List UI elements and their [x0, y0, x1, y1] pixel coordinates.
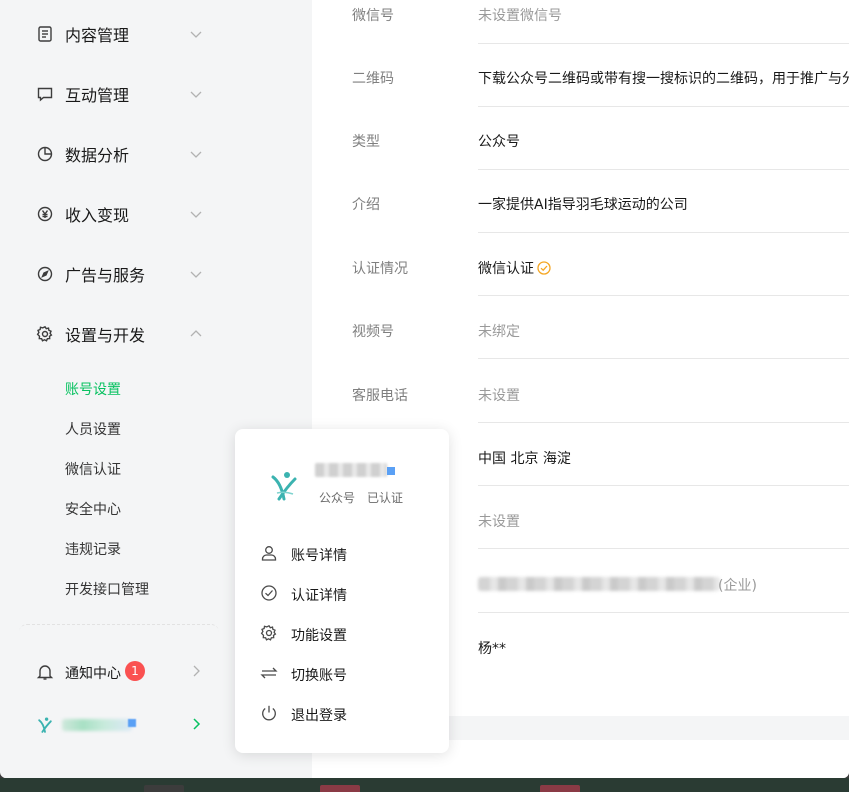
menu-label: 功能设置: [291, 628, 347, 644]
row-wechat-id: 微信号 未设置微信号: [312, 0, 849, 44]
field-label: 介绍: [352, 197, 380, 213]
row-type: 类型 公众号: [312, 107, 849, 170]
taskbar-button[interactable]: [320, 785, 360, 792]
notification-center[interactable]: 通知中心 1: [4, 652, 224, 692]
sub-item-security-center[interactable]: 安全中心: [65, 499, 121, 519]
chevron-down-icon: [189, 27, 203, 41]
gear-icon: [36, 325, 54, 343]
field-value: 未设置: [478, 514, 520, 530]
verified-icon: [537, 261, 551, 275]
menu-account-details[interactable]: 账号详情: [235, 533, 449, 573]
account-type: 公众号: [319, 491, 356, 505]
nav-label: 收入变现: [65, 206, 130, 225]
field-label: 类型: [352, 134, 380, 150]
field-value: 杨**: [478, 641, 506, 657]
nav-item-content[interactable]: 内容管理: [4, 14, 224, 54]
verification-status: 已认证: [367, 491, 404, 505]
field-value: 微信认证: [478, 261, 534, 277]
row-verification: 认证情况 微信认证: [312, 233, 849, 296]
notification-badge: 1: [125, 661, 145, 681]
nav-item-analytics[interactable]: 数据分析: [4, 134, 224, 174]
message-icon: [36, 85, 54, 103]
field-value: 公众号: [478, 134, 520, 150]
taskbar-button[interactable]: [144, 785, 184, 792]
account-name-redacted: [62, 719, 132, 731]
nav-label: 数据分析: [65, 146, 130, 165]
nav-label: 广告与服务: [65, 266, 146, 285]
account-switcher[interactable]: [4, 705, 224, 745]
sub-item-violation-records[interactable]: 违规记录: [65, 539, 121, 559]
row-intro: 介绍 一家提供AI指导羽毛球运动的公司: [312, 170, 849, 233]
gear-icon: [260, 624, 278, 642]
check-circle-icon: [260, 584, 278, 602]
field-label: 客服电话: [352, 388, 408, 404]
notification-label: 通知中心: [65, 666, 121, 682]
menu-label: 认证详情: [291, 588, 347, 604]
menu-label: 退出登录: [291, 708, 347, 724]
power-icon: [260, 704, 278, 722]
row-divider: [478, 548, 849, 549]
menu-verification-details[interactable]: 认证详情: [235, 573, 449, 613]
account-name-redacted-mark: [128, 719, 136, 727]
account-name-redacted: [315, 463, 387, 477]
chevron-down-icon: [189, 87, 203, 101]
nav-label: 互动管理: [65, 86, 130, 105]
field-label: 认证情况: [352, 261, 408, 277]
row-qrcode: 二维码 下载公众号二维码或带有搜一搜标识的二维码，用于推广与分享: [312, 44, 849, 107]
row-service-phone: 客服电话 未设置: [312, 360, 849, 423]
sub-item-dev-api[interactable]: 开发接口管理: [65, 579, 149, 599]
account-name-redacted-mark: [387, 467, 395, 475]
field-value: 中国 北京 海淀: [478, 451, 571, 467]
switch-icon: [260, 664, 278, 682]
field-value: 未绑定: [478, 324, 520, 340]
row-divider: [478, 358, 849, 359]
menu-logout[interactable]: 退出登录: [235, 693, 449, 733]
chevron-down-icon: [189, 207, 203, 221]
field-label: 微信号: [352, 8, 394, 24]
app-window: 内容管理 互动管理 数据分析 收入变现 广告与服务 设置与开发 账号设置 人员设…: [0, 0, 849, 778]
menu-switch-account[interactable]: 切换账号: [235, 653, 449, 693]
field-value: 一家提供AI指导羽毛球运动的公司: [478, 197, 688, 213]
sub-item-staff-settings[interactable]: 人员设置: [65, 419, 121, 439]
nav-item-interaction[interactable]: 互动管理: [4, 74, 224, 114]
field-label: 二维码: [352, 71, 394, 87]
account-logo: [267, 469, 301, 503]
menu-label: 切换账号: [291, 668, 347, 684]
document-icon: [36, 25, 54, 43]
account-popup-menu: 公众号 已认证 账号详情 认证详情 功能设置 切换账号 退出登录: [235, 429, 449, 753]
chevron-right-icon: [189, 664, 203, 678]
field-value: 未设置: [478, 388, 520, 404]
nav-label: 内容管理: [65, 26, 130, 45]
menu-feature-settings[interactable]: 功能设置: [235, 613, 449, 653]
chevron-up-icon: [189, 327, 203, 341]
menu-label: 账号详情: [291, 548, 347, 564]
field-label: 视频号: [352, 324, 394, 340]
nav-item-monetization[interactable]: 收入变现: [4, 194, 224, 234]
nav-item-settings-dev[interactable]: 设置与开发: [4, 314, 224, 354]
sub-item-wechat-verify[interactable]: 微信认证: [65, 459, 121, 479]
pie-chart-icon: [36, 145, 54, 163]
nav-label: 设置与开发: [65, 326, 146, 345]
user-icon: [260, 544, 278, 562]
sub-item-account-settings[interactable]: 账号设置: [65, 379, 121, 399]
account-avatar: [36, 716, 54, 734]
row-channels: 视频号 未绑定: [312, 296, 849, 359]
company-name-redacted: [478, 577, 720, 591]
chevron-right-icon: [189, 717, 203, 731]
sidebar: 内容管理 互动管理 数据分析 收入变现 广告与服务 设置与开发 账号设置 人员设…: [4, 0, 234, 778]
compass-icon: [36, 265, 54, 283]
divider: [19, 624, 219, 638]
nav-item-ads-services[interactable]: 广告与服务: [4, 254, 224, 294]
bell-icon: [36, 663, 54, 681]
field-value[interactable]: 下载公众号二维码或带有搜一搜标识的二维码，用于推广与分享: [478, 68, 849, 88]
field-value-wrap: 微信认证: [478, 258, 551, 278]
chevron-down-icon: [189, 267, 203, 281]
taskbar-button[interactable]: [540, 785, 580, 792]
taskbar: [0, 778, 849, 792]
field-value: (企业): [718, 578, 757, 594]
chevron-down-icon: [189, 147, 203, 161]
field-value: 未设置微信号: [478, 8, 562, 24]
yen-icon: [36, 205, 54, 223]
